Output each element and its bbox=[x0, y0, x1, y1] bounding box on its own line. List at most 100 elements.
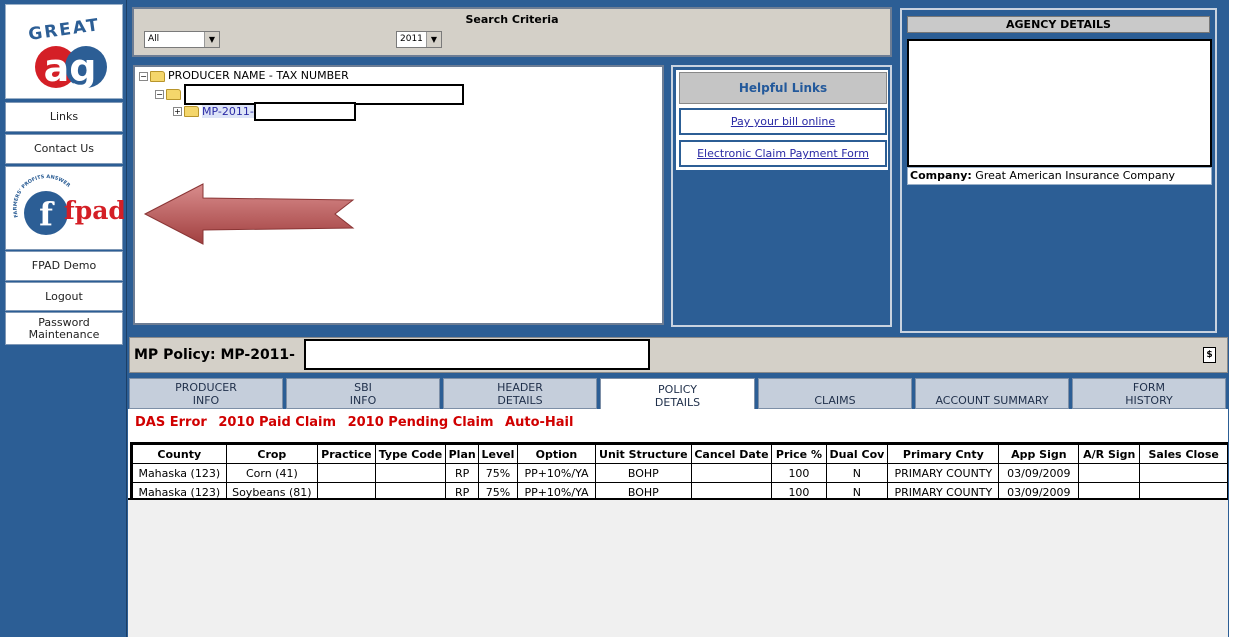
svg-text:f: f bbox=[39, 195, 55, 233]
tree-root-node[interactable]: − PRODUCER NAME - TAX NUMBER bbox=[139, 68, 349, 84]
tab-policy-details[interactable]: POLICY DETAILS bbox=[600, 378, 755, 410]
sidebar-item-links[interactable]: Links bbox=[5, 102, 123, 132]
table-header-row: County Crop Practice Type Code Plan Leve… bbox=[132, 444, 1228, 464]
tree-policy-label[interactable]: MP-2011- bbox=[202, 104, 254, 118]
tab-label-line1: HEADER bbox=[497, 381, 543, 394]
tab-label-line2: DETAILS bbox=[654, 396, 701, 409]
cell-plan: RP bbox=[445, 463, 480, 483]
sidebar-item-fpad-demo[interactable]: FPAD Demo bbox=[5, 251, 123, 281]
tab-label-line2: HISTORY bbox=[1125, 394, 1173, 407]
policy-alerts: DAS Error 2010 Paid Claim 2010 Pending C… bbox=[135, 415, 580, 430]
fpad-logo[interactable]: FARMERS' PROFITS ANSWERED DAILY f fpad bbox=[3, 163, 126, 250]
left-arrow-icon bbox=[143, 183, 355, 245]
sidebar-item-contact-us[interactable]: Contact Us bbox=[5, 134, 123, 164]
redacted-policy-number bbox=[304, 339, 650, 370]
tree-producer-node[interactable]: − bbox=[155, 84, 464, 105]
sidebar-item-label: Contact Us bbox=[33, 142, 95, 155]
year-select[interactable]: 2011 ▼ bbox=[396, 31, 442, 48]
company-value: Great American Insurance Company bbox=[975, 169, 1176, 182]
sidebar-item-label: Logout bbox=[45, 289, 83, 303]
tab-label-line2: INFO bbox=[192, 394, 220, 407]
fpad-text: fpad bbox=[64, 196, 124, 225]
sidebar-item-label: Password Maintenance bbox=[28, 315, 100, 341]
cell-level: 75% bbox=[478, 463, 518, 483]
tab-form-history[interactable]: FORM HISTORY bbox=[1072, 378, 1226, 409]
collapse-icon[interactable]: − bbox=[155, 90, 164, 99]
chevron-down-icon[interactable]: ▼ bbox=[426, 32, 441, 47]
sidebar-item-password-maintenance[interactable]: Password Maintenance bbox=[5, 312, 123, 345]
col-option: Option bbox=[516, 444, 597, 464]
expand-icon[interactable]: + bbox=[173, 107, 182, 116]
alert-pending-claim: 2010 Pending Claim bbox=[347, 415, 494, 430]
cell-county: Mahaska (123) bbox=[132, 463, 227, 483]
electronic-claim-payment-form-link[interactable]: Electronic Claim Payment Form bbox=[679, 140, 887, 167]
filter-select[interactable]: All ▼ bbox=[144, 31, 220, 48]
col-practice: Practice bbox=[317, 444, 376, 464]
search-criteria-panel: Search Criteria All ▼ 2011 ▼ bbox=[132, 7, 892, 57]
logo-main-text: ag bbox=[44, 46, 97, 90]
tab-producer-info[interactable]: PRODUCER INFO bbox=[129, 378, 283, 409]
tree-policy-node[interactable]: + MP-2011- bbox=[173, 102, 356, 121]
tree-root-label: PRODUCER NAME - TAX NUMBER bbox=[168, 69, 349, 82]
tab-label-line1: POLICY bbox=[658, 383, 697, 396]
cell-cancel-date bbox=[690, 463, 773, 483]
filter-select-value: All bbox=[148, 34, 160, 44]
cell-unit-structure: BOHP bbox=[595, 463, 692, 483]
folder-icon bbox=[184, 106, 199, 117]
alert-auto-hail: Auto-Hail bbox=[505, 415, 574, 430]
producer-tree-panel: − PRODUCER NAME - TAX NUMBER − + MP-2011- bbox=[133, 65, 664, 325]
sidebar-item-label: Links bbox=[49, 110, 79, 123]
policy-title: MP Policy: MP-2011- bbox=[134, 347, 295, 363]
folder-open-icon bbox=[166, 89, 181, 100]
logo-top-text: GREAT bbox=[27, 15, 101, 45]
cell-option: PP+10%/YA bbox=[516, 463, 597, 483]
agency-details-panel: AGENCY DETAILS Company: Great American I… bbox=[900, 8, 1217, 333]
pay-bill-online-link[interactable]: Pay your bill online bbox=[679, 108, 887, 135]
cell-primary-cnty: PRIMARY COUNTY bbox=[887, 463, 1000, 483]
content-empty-area bbox=[128, 500, 1228, 637]
sidebar-item-label: FPAD Demo bbox=[31, 259, 97, 272]
search-criteria-title: Search Criteria bbox=[465, 13, 559, 26]
col-app-sign: App Sign bbox=[998, 444, 1080, 464]
cell-sales-close bbox=[1139, 463, 1228, 483]
agency-details-box bbox=[907, 39, 1212, 167]
tab-label-line2: DETAILS bbox=[497, 394, 543, 407]
tab-label-line1: SBI bbox=[354, 381, 372, 394]
document-icon[interactable]: $ bbox=[1203, 347, 1216, 363]
fpad-logo-graphic: FARMERS' PROFITS ANSWERED DAILY f fpad bbox=[3, 163, 126, 235]
cell-dual-cov: N bbox=[825, 463, 889, 483]
tab-account-summary[interactable]: ACCOUNT SUMMARY bbox=[915, 378, 1069, 409]
cell-type-code bbox=[374, 463, 447, 483]
col-plan: Plan bbox=[445, 444, 480, 464]
cell-practice bbox=[317, 463, 376, 483]
cell-app-sign: 03/09/2009 bbox=[998, 463, 1080, 483]
tab-sbi-info[interactable]: SBI INFO bbox=[286, 378, 440, 409]
sidebar-item-logout[interactable]: Logout bbox=[5, 282, 123, 311]
col-sales-close: Sales Close bbox=[1139, 444, 1228, 464]
company-label: Company: bbox=[910, 169, 972, 182]
chevron-down-icon[interactable]: ▼ bbox=[204, 32, 219, 47]
tab-header-details[interactable]: HEADER DETAILS bbox=[443, 378, 597, 409]
alert-das-error: DAS Error bbox=[135, 415, 207, 430]
helpful-links-title: Helpful Links bbox=[679, 72, 887, 104]
year-select-value: 2011 bbox=[400, 34, 423, 44]
col-level: Level bbox=[478, 444, 518, 464]
table-row: Mahaska (123) Corn (41) RP 75% PP+10%/YA… bbox=[132, 463, 1228, 483]
alert-paid-claim: 2010 Paid Claim bbox=[218, 415, 337, 430]
col-county: County bbox=[132, 444, 227, 464]
policy-details-table: County Crop Practice Type Code Plan Leve… bbox=[132, 444, 1228, 502]
helpful-links-panel: Helpful Links Pay your bill online Elect… bbox=[671, 65, 892, 327]
col-ar-sign: A/R Sign bbox=[1078, 444, 1141, 464]
tab-label-line2: CLAIMS bbox=[814, 394, 856, 407]
great-ag-logo[interactable]: GREAT ag bbox=[5, 4, 123, 99]
sidebar: GREAT ag Links Contact Us FARMERS' PROFI… bbox=[0, 0, 126, 637]
collapse-icon[interactable]: − bbox=[139, 71, 148, 81]
col-unit-structure: Unit Structure bbox=[595, 444, 692, 464]
tab-label-line2: ACCOUNT SUMMARY bbox=[935, 394, 1049, 407]
col-cancel-date: Cancel Date bbox=[690, 444, 773, 464]
tab-claims[interactable]: CLAIMS bbox=[758, 378, 912, 409]
tab-label-line2: INFO bbox=[349, 394, 377, 407]
policy-header-bar: MP Policy: MP-2011- $ bbox=[129, 337, 1228, 373]
cell-ar-sign bbox=[1078, 463, 1141, 483]
col-price-pct: Price % bbox=[771, 444, 827, 464]
